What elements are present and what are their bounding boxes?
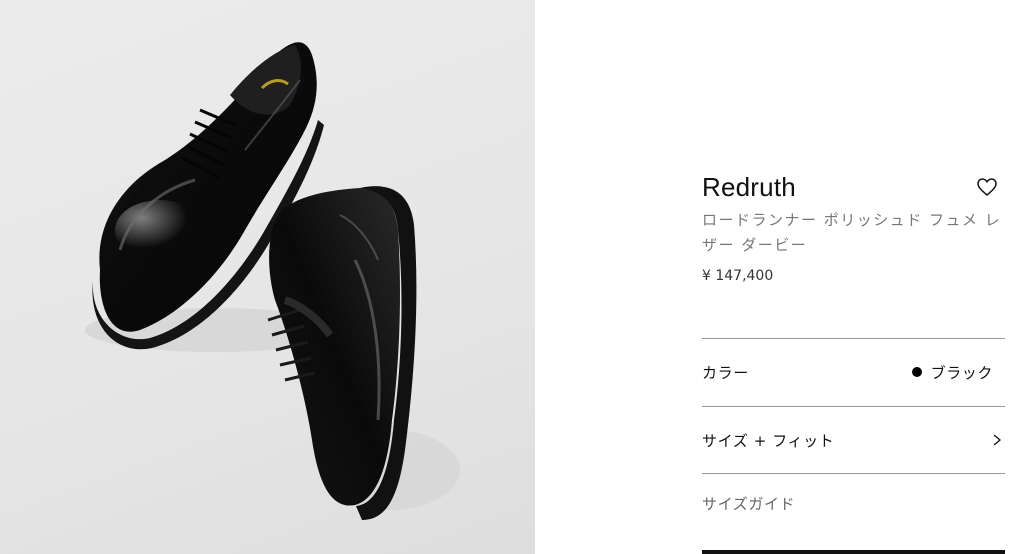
product-image[interactable] <box>0 0 535 554</box>
chevron-right-icon <box>993 434 1002 446</box>
product-price: ¥ 147,400 <box>702 268 774 284</box>
size-fit-label: サイズ + フィット <box>702 431 835 450</box>
size-guide-link[interactable]: サイズガイド <box>702 493 795 514</box>
heart-icon <box>977 178 997 196</box>
color-row: カラー ブラック <box>702 339 1005 405</box>
product-subtitle: ロードランナー ポリッシュド フュメ レザー ダービー <box>702 211 1002 254</box>
divider <box>702 473 1005 474</box>
add-to-bag-button-edge[interactable] <box>702 550 1005 554</box>
size-fit-button[interactable]: サイズ + フィット <box>702 407 1005 473</box>
color-name: ブラック <box>930 363 993 382</box>
product-details-panel: Redruth ロードランナー ポリッシュド フュメ レザー ダービー ¥ 14… <box>535 0 1024 554</box>
color-label: カラー <box>702 363 749 382</box>
product-title: Redruth <box>702 172 796 202</box>
shoe-photo-icon <box>85 42 460 520</box>
color-swatch <box>911 367 922 377</box>
color-value[interactable]: ブラック <box>911 362 1005 383</box>
favorite-button[interactable] <box>975 176 999 198</box>
